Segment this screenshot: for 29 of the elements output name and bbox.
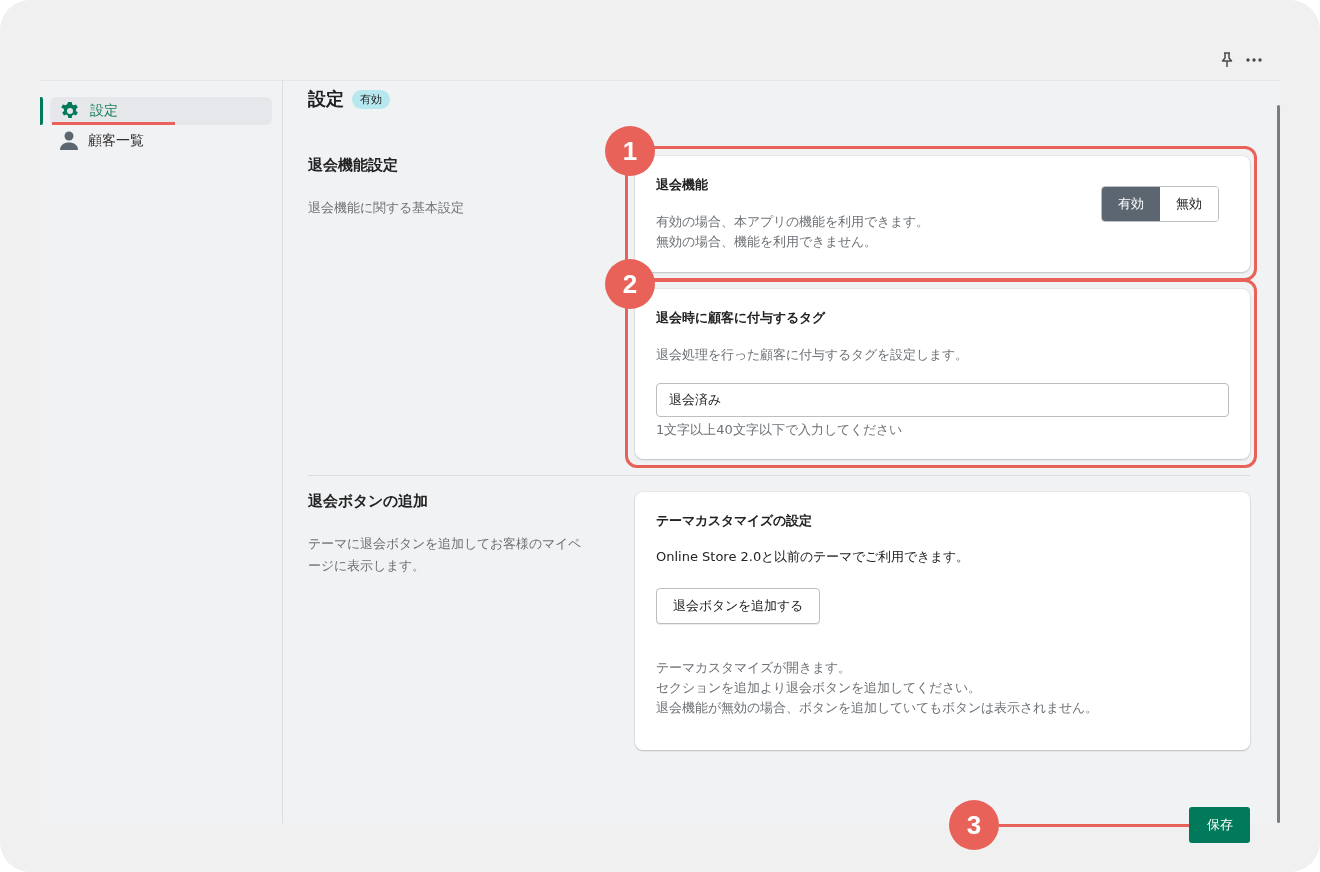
add-button[interactable]: 退会ボタンを追加する	[656, 588, 820, 624]
tag-input-field[interactable]: 退会済み	[656, 383, 1229, 417]
sidebar-item[interactable]: 顧客一覧	[50, 127, 272, 155]
callout-number: 3	[949, 800, 999, 850]
section-title: 退会機能設定	[308, 156, 399, 175]
section-title: 退会ボタンの追加	[308, 492, 429, 511]
card-title: テーマカスタマイズの設定	[656, 512, 813, 530]
callout-number: 1	[605, 126, 655, 176]
scrollbar[interactable]	[1277, 105, 1280, 823]
page-title: 設定	[308, 87, 344, 111]
card-title: 退会時に顧客に付与するタグ	[656, 309, 827, 327]
card-text: Online Store 2.0と以前のテーマでご利用できます。	[656, 548, 971, 566]
card-description: 退会処理を行った顧客に付与するタグを設定します。	[656, 346, 969, 364]
more-icon[interactable]	[1246, 58, 1262, 62]
active-indicator	[40, 97, 43, 125]
callout-number: 2	[605, 259, 655, 309]
pin-icon[interactable]	[1220, 52, 1234, 68]
save-button[interactable]: 保存	[1189, 807, 1250, 843]
segment-button[interactable]: 有効	[1102, 187, 1160, 221]
card-notes: テーマカスタマイズが開きます。 セクションを追加より退会ボタンを追加してください。 退会機能が無効の場合、ボタンを追加していてもボタンは表示されません。	[656, 659, 1099, 717]
person-icon	[60, 131, 78, 151]
status-badge: 有効	[352, 89, 390, 109]
section-description: 退会機能に関する基本設定	[308, 199, 465, 217]
sidebar-item[interactable]: 設定	[50, 97, 272, 125]
section-description: テーマに退会ボタンを追加してお客様のマイページに表示します。	[308, 535, 582, 575]
gear-icon	[60, 101, 80, 121]
card-description: 有効の場合、本アプリの機能を利用できます。 無効の場合、機能を利用できません。	[656, 213, 929, 251]
help-text: 1文字以上40文字以下で入力してください	[656, 421, 903, 439]
card-title: 退会機能	[656, 176, 709, 194]
